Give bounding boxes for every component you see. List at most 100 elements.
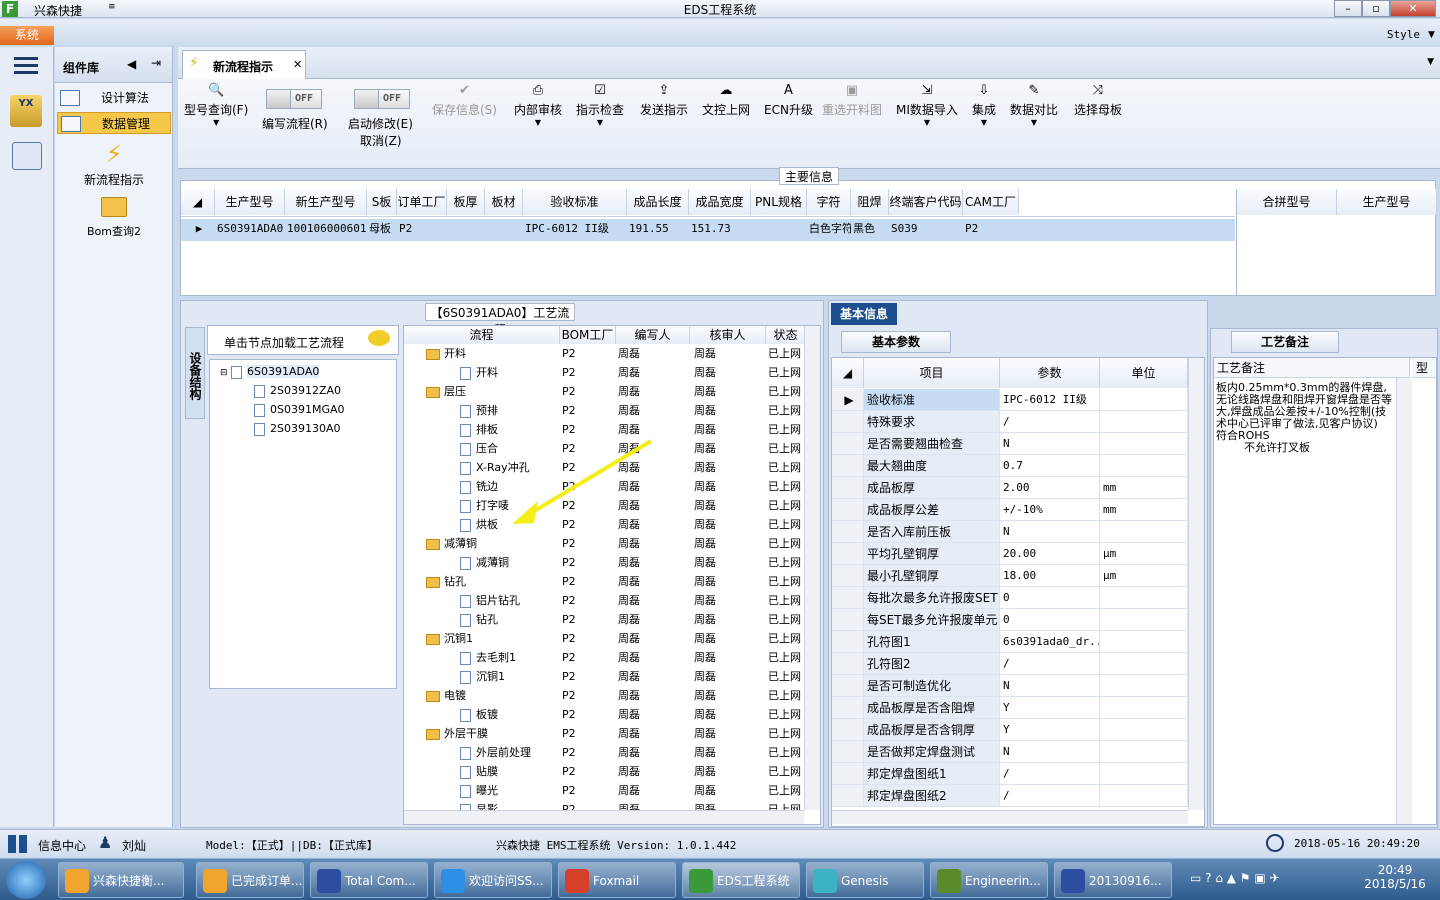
ecn-upgrade-button[interactable]: A ECN升级 — [764, 81, 813, 118]
component-item-data-management[interactable]: 数据管理 — [57, 112, 171, 134]
minimize-button[interactable]: – — [1334, 0, 1362, 17]
process-notes-vscroll[interactable] — [1396, 378, 1412, 824]
process-row[interactable]: 开料 P2 周磊 周磊 已上网 — [404, 363, 804, 382]
process-column-header[interactable]: BOM工厂 — [560, 326, 616, 344]
process-column-header[interactable]: 流程 — [404, 326, 560, 344]
main-info-column-header[interactable]: 板厚 — [447, 189, 485, 215]
doc-upload-button[interactable]: ☁ 文控上网 — [702, 81, 750, 118]
taskbar-item[interactable]: 兴森快捷衡... — [58, 862, 184, 898]
system-menu-button[interactable]: 系统 — [0, 26, 54, 45]
main-info-cell[interactable]: 6S0391ADA0 — [215, 219, 285, 239]
process-step-name[interactable]: 贴膜 — [460, 762, 498, 781]
process-row[interactable]: 开料 P2 周磊 周磊 已上网 — [404, 344, 804, 363]
process-row[interactable]: 预排 P2 周磊 周磊 已上网 — [404, 401, 804, 420]
start-modify-toggle[interactable]: OFF — [354, 89, 410, 109]
process-step-name[interactable]: 外层干膜 — [426, 724, 488, 743]
process-step-name[interactable]: 曝光 — [460, 781, 498, 800]
taskbar-item[interactable]: 已完成订单... — [196, 862, 304, 898]
process-step-name[interactable]: 压合 — [460, 439, 498, 458]
param-value[interactable]: IPC-6012 II级 — [1000, 389, 1100, 411]
basic-params-hscroll[interactable] — [832, 810, 1188, 824]
process-step-name[interactable]: 排板 — [460, 420, 498, 439]
style-menu[interactable]: Style — [1387, 28, 1420, 41]
param-column-header[interactable]: 单位 — [1100, 358, 1188, 388]
process-row[interactable]: 外层干膜 P2 周磊 周磊 已上网 — [404, 724, 804, 743]
param-value[interactable]: N — [1000, 521, 1100, 543]
tree-node-child[interactable]: 2S03912ZA0 — [254, 381, 341, 400]
process-column-header[interactable]: 状态 — [766, 326, 806, 344]
calculator-icon[interactable] — [12, 142, 42, 170]
hamburger-menu-icon[interactable] — [14, 57, 38, 60]
main-info-row[interactable]: ▶6S0391ADA010010600060142母板P2IPC-6012 II… — [181, 219, 1235, 241]
process-step-name[interactable]: 沉铜1 — [460, 667, 505, 686]
main-info-cell[interactable]: IPC-6012 II级 — [523, 219, 627, 239]
main-info-column-header[interactable]: 订单工厂 — [397, 189, 447, 215]
process-column-header[interactable]: 核审人 — [690, 326, 766, 344]
main-info-column-header[interactable]: PNL规格 — [751, 189, 807, 215]
tree-node-child[interactable]: 2S039130A0 — [254, 419, 341, 438]
close-icon[interactable]: ✕ — [293, 58, 302, 71]
taskbar-item[interactable]: EDS工程系统 — [682, 862, 800, 898]
basic-params-tab[interactable]: 基本参数 — [841, 331, 951, 353]
param-value[interactable]: 0 — [1000, 609, 1100, 631]
main-info-column-header[interactable]: 阻焊 — [851, 189, 889, 215]
process-step-name[interactable]: 钻孔 — [460, 610, 498, 629]
main-info-cell[interactable]: 黑色 — [851, 219, 889, 239]
send-instruction-button[interactable]: ⇪ 发送指示 — [640, 81, 688, 118]
param-value[interactable]: / — [1000, 411, 1100, 433]
main-info-cell[interactable] — [751, 219, 807, 239]
process-column-header[interactable]: 编写人 — [616, 326, 690, 344]
col-prod-model[interactable]: 生产型号 — [1337, 189, 1437, 215]
process-notes-column2[interactable]: 型 — [1412, 358, 1436, 378]
main-info-cell[interactable]: P2 — [397, 219, 447, 239]
process-step-name[interactable]: 钻孔 — [426, 572, 466, 591]
process-row[interactable]: 钻孔 P2 周磊 周磊 已上网 — [404, 572, 804, 591]
taskbar-clock[interactable]: 20:49 2018/5/16 — [1360, 863, 1430, 891]
main-info-cell[interactable]: S039 — [889, 219, 963, 239]
main-info-cell[interactable]: P2 — [963, 219, 1019, 239]
chevron-down-icon[interactable]: ▼ — [1427, 57, 1434, 67]
param-value[interactable]: / — [1000, 653, 1100, 675]
process-step-name[interactable]: 板镀 — [460, 705, 498, 724]
process-notes-text[interactable]: 板内0.25mm*0.3mm的器件焊盘,无论线路焊盘和阻焊开窗焊盘是否等大,焊盘… — [1216, 382, 1392, 502]
process-grid-vscroll[interactable] — [804, 326, 820, 810]
save-info-button[interactable]: ✔ 保存信息(S) — [432, 81, 497, 118]
main-info-column-header[interactable]: CAM工厂 — [963, 189, 1019, 215]
internal-review-button[interactable]: ⎙ 内部审核 ▼ — [514, 81, 562, 127]
param-value[interactable]: 20.00 — [1000, 543, 1100, 565]
process-step-name[interactable]: 打字唛 — [460, 496, 509, 515]
process-step-name[interactable]: 减薄铜 — [460, 553, 509, 572]
taskbar-item[interactable]: Total Com... — [310, 862, 428, 898]
select-mother-button[interactable]: ⤨ 选择母板 — [1074, 81, 1122, 118]
param-value[interactable]: N — [1000, 741, 1100, 763]
model-query-button[interactable]: 🔍 型号查询(F) ▼ — [184, 81, 248, 127]
main-info-cell[interactable]: 白色字符 — [807, 219, 851, 239]
main-info-cell[interactable]: 151.73 — [689, 219, 751, 239]
param-column-header[interactable]: 项目 — [864, 358, 1000, 388]
process-row[interactable]: 电镀 P2 周磊 周磊 已上网 — [404, 686, 804, 705]
process-row[interactable]: 层压 P2 周磊 周磊 已上网 — [404, 382, 804, 401]
process-row[interactable]: 沉铜1 P2 周磊 周磊 已上网 — [404, 629, 804, 648]
main-info-column-header[interactable]: 成品宽度 — [689, 189, 751, 215]
tile-bom-query[interactable]: Bom查询2 — [55, 197, 173, 241]
tile-new-flow[interactable]: ⚡ 新流程指示 — [55, 137, 173, 187]
process-row[interactable]: 外层前处理 P2 周磊 周磊 已上网 — [404, 743, 804, 762]
tree-node-root[interactable]: ⊟ 6S0391ADA0 — [220, 362, 320, 381]
start-button-icon[interactable] — [6, 861, 46, 899]
process-row[interactable]: 铝片钻孔 P2 周磊 周磊 已上网 — [404, 591, 804, 610]
main-info-column-header[interactable]: 验收标准 — [523, 189, 627, 215]
factory-icon[interactable]: YX — [10, 95, 42, 127]
component-item-design-algorithm[interactable]: 设计算法 — [57, 87, 171, 109]
process-row[interactable]: 减薄铜 P2 周磊 周磊 已上网 — [404, 553, 804, 572]
process-step-name[interactable]: 开料 — [426, 344, 466, 363]
param-value[interactable]: Y — [1000, 697, 1100, 719]
process-notes-column[interactable]: 工艺备注 — [1214, 358, 1410, 378]
tree-node-child[interactable]: 0S0391MGA0 — [254, 400, 345, 419]
process-step-name[interactable]: 烘板 — [460, 515, 498, 534]
taskbar-item[interactable]: 20130916... — [1054, 862, 1172, 898]
integrate-button[interactable]: ⇩ 集成 ▼ — [972, 81, 996, 127]
param-value[interactable]: 18.00 — [1000, 565, 1100, 587]
taskbar-item[interactable]: Genesis — [806, 862, 924, 898]
col-merge-model[interactable]: 合拼型号 — [1237, 189, 1337, 215]
param-value[interactable]: 2.00 — [1000, 477, 1100, 499]
